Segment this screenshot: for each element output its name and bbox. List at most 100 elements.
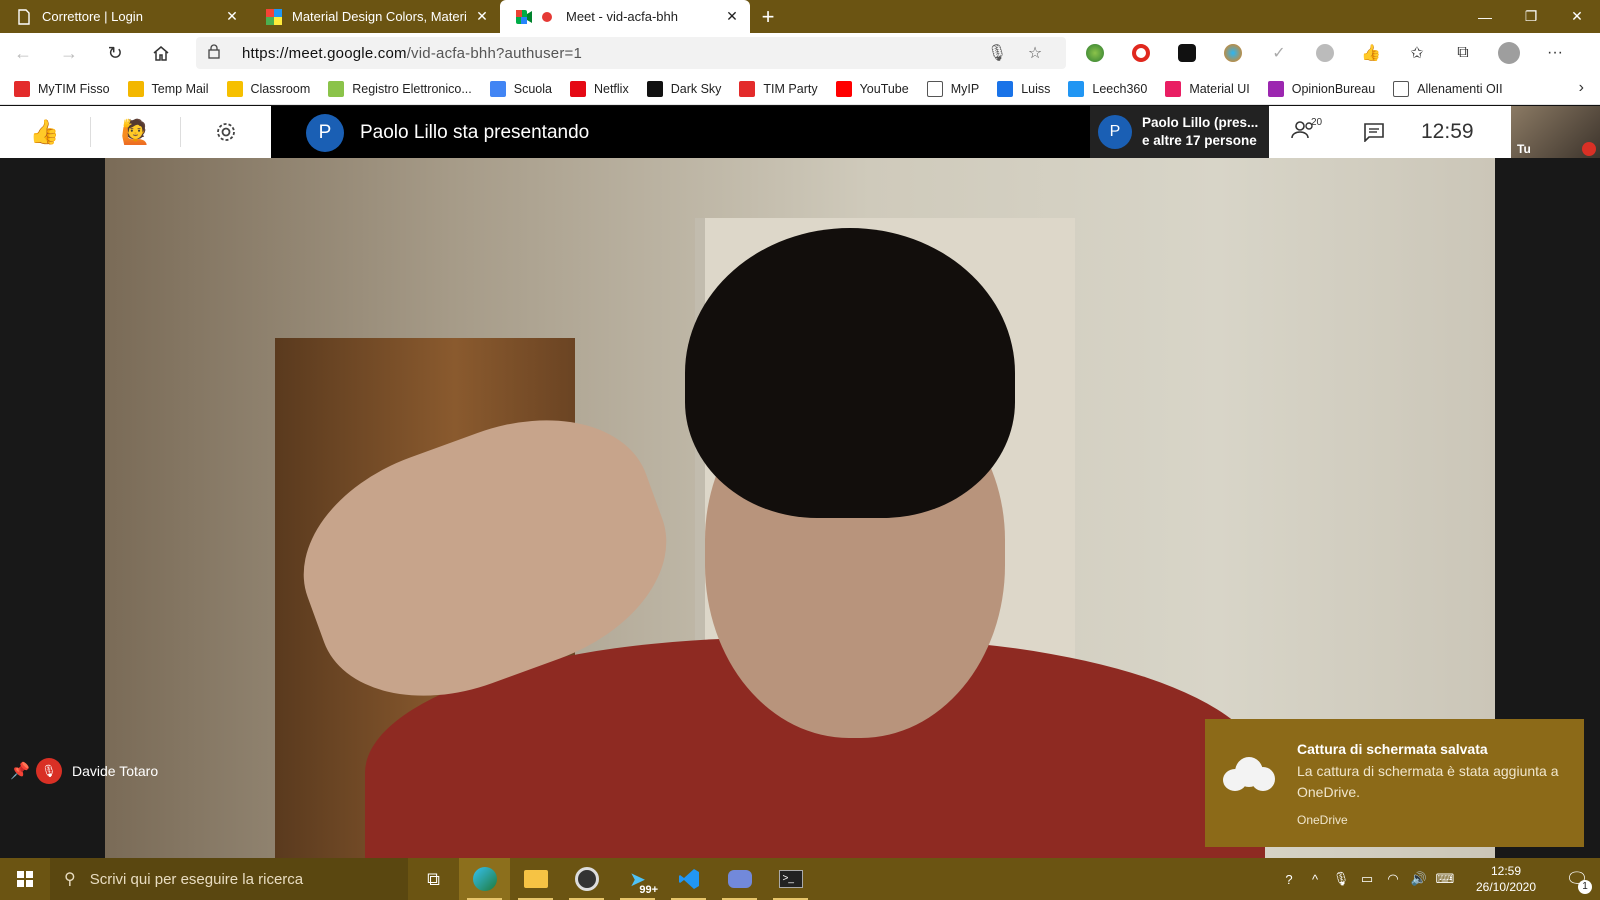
extension-search-icon[interactable] [1210, 33, 1256, 73]
window-controls: — ❐ ✕ [1462, 0, 1600, 33]
address-bar[interactable]: https://meet.google.com/vid-acfa-bhh?aut… [196, 37, 1066, 69]
bookmark-item[interactable]: Scuola [489, 80, 552, 97]
bookmark-item[interactable]: Dark Sky [646, 80, 722, 97]
back-icon[interactable]: ← [0, 33, 46, 73]
thumbs-up-icon[interactable]: 👍 [0, 118, 90, 147]
taskbar-search-placeholder: Scrivi qui per eseguire la ricerca [89, 870, 304, 888]
close-tab-icon[interactable]: ✕ [724, 8, 740, 25]
presenter-banner: P Paolo Lillo sta presentando [306, 114, 589, 152]
star-icon[interactable]: ☆ [1016, 43, 1054, 63]
volume-icon[interactable]: 🔊 [1406, 871, 1432, 887]
bookmark-label: Dark Sky [670, 81, 722, 96]
task-view-icon[interactable]: ⧉ [408, 858, 459, 900]
discord-icon[interactable] [714, 858, 765, 900]
wifi-icon[interactable]: ◠ [1380, 871, 1406, 887]
notification-count: 1 [1578, 880, 1592, 894]
tab-title: Material Design Colors, Material [292, 9, 466, 24]
opinion-icon [1267, 80, 1284, 97]
telegram-icon[interactable]: ➤ 99+ [612, 858, 663, 900]
bookmark-item[interactable]: Classroom [226, 80, 310, 97]
bookmark-label: Allenamenti OII [1417, 81, 1503, 96]
file-explorer-icon[interactable] [510, 858, 561, 900]
taskbar-search[interactable]: ⚲ Scrivi qui per eseguire la ricerca [50, 858, 408, 900]
opera-icon[interactable] [1118, 33, 1164, 73]
tab-material-design[interactable]: Material Design Colors, Material ✕ [250, 0, 500, 33]
bookmark-item[interactable]: OpinionBureau [1267, 80, 1375, 97]
people-button[interactable]: 20 [1269, 117, 1339, 144]
home-icon[interactable] [138, 33, 184, 73]
favorites-icon[interactable]: ✩ [1394, 33, 1440, 73]
chat-icon[interactable] [1339, 122, 1409, 142]
system-tray: ? ^ 🎙 ▭ ◠ 🔊 ⌨ 12:59 26/10/2020 🗨 1 [1276, 858, 1600, 900]
taskbar-clock[interactable]: 12:59 26/10/2020 [1466, 863, 1546, 895]
lock-icon[interactable] [208, 44, 230, 62]
chevron-up-icon[interactable]: ^ [1302, 872, 1328, 887]
pin-icon[interactable]: 📌 [10, 761, 36, 781]
extension-circle-icon[interactable] [1302, 33, 1348, 73]
bookmark-item[interactable]: Leech360 [1068, 80, 1147, 97]
meet-icon [516, 9, 532, 25]
bookmark-item[interactable]: Registro Elettronico... [328, 80, 472, 97]
tab-title: Meet - vid-acfa-bhh [566, 9, 678, 24]
battery-icon[interactable]: ▭ [1354, 871, 1380, 887]
forward-icon[interactable]: → [46, 33, 92, 73]
notification-center-icon[interactable]: 🗨 1 [1554, 858, 1600, 900]
profile-avatar-icon[interactable] [1486, 33, 1532, 73]
participants-line2: e altre 17 persone [1142, 133, 1257, 148]
close-tab-icon[interactable]: ✕ [474, 8, 490, 25]
bookmark-item[interactable]: MyIP [926, 80, 979, 97]
reload-icon[interactable]: ↻ [92, 33, 138, 73]
bookmark-item[interactable]: Allenamenti OII [1393, 80, 1503, 97]
tab-meet[interactable]: Meet - vid-acfa-bhh ✕ [500, 0, 750, 33]
registro-icon [328, 80, 345, 97]
check-icon[interactable]: ✓ [1256, 33, 1302, 73]
participants-summary: Paolo Lillo (pres... e altre 17 persone [1142, 114, 1258, 150]
participants-chip[interactable]: P Paolo Lillo (pres... e altre 17 person… [1090, 106, 1269, 158]
bookmark-item[interactable]: TIM Party [739, 80, 818, 97]
page-icon [1393, 80, 1410, 97]
vscode-icon[interactable] [663, 858, 714, 900]
bookmark-label: Registro Elettronico... [352, 81, 472, 96]
close-tab-icon[interactable]: ✕ [224, 8, 240, 25]
cloud-icon [1068, 80, 1085, 97]
tab-correttore[interactable]: Correttore | Login ✕ [0, 0, 250, 33]
collections-icon[interactable]: ⧉ [1440, 33, 1486, 73]
onedrive-notification[interactable]: Cattura di schermata salvata La cattura … [1205, 719, 1584, 847]
microphone-tray-icon[interactable]: 🎙 [1328, 871, 1354, 887]
chevron-right-icon[interactable]: › [1579, 79, 1584, 97]
bookmark-label: Scuola [513, 81, 552, 96]
windows-start-icon[interactable] [0, 858, 50, 900]
more-menu-icon[interactable]: ··· [1532, 33, 1578, 73]
youtube-icon [835, 80, 852, 97]
netflix-icon [569, 80, 586, 97]
bookmark-item[interactable]: Netflix [569, 80, 629, 97]
bookmark-item[interactable]: YouTube [835, 80, 909, 97]
bookmark-item[interactable]: MyTIM Fisso [14, 80, 110, 97]
bookmark-item[interactable]: Material UI [1165, 80, 1250, 97]
tampermonkey-icon[interactable] [1164, 33, 1210, 73]
bookmark-item[interactable]: Temp Mail [127, 80, 209, 97]
bookmark-label: Luiss [1021, 81, 1051, 96]
bookmark-label: MyTIM Fisso [38, 81, 110, 96]
recording-dot-icon [542, 11, 552, 22]
self-view-tile[interactable]: Tu [1511, 106, 1600, 158]
close-window-icon[interactable]: ✕ [1554, 0, 1600, 33]
terminal-icon[interactable]: >_ [765, 858, 816, 900]
gear-icon[interactable] [181, 121, 271, 143]
new-tab-icon[interactable]: + [750, 0, 786, 33]
keyboard-icon[interactable]: ⌨ [1432, 871, 1458, 887]
edge-icon[interactable] [459, 858, 510, 900]
obs-icon[interactable] [561, 858, 612, 900]
thumb-extension-icon[interactable]: 👍 [1348, 33, 1394, 73]
tim-icon [14, 80, 30, 97]
video-person-hair [685, 228, 1015, 518]
minimize-icon[interactable]: — [1462, 0, 1508, 33]
extension-globe-icon[interactable] [1072, 33, 1118, 73]
raise-hand-icon[interactable]: 🙋 [91, 118, 181, 147]
bookmark-item[interactable]: Luiss [997, 80, 1051, 97]
participant-name-bar: 📌 🎙 Davide Totaro [10, 758, 158, 784]
bookmark-label: Temp Mail [151, 81, 209, 96]
restore-icon[interactable]: ❐ [1508, 0, 1554, 33]
help-icon[interactable]: ? [1276, 872, 1302, 887]
microphone-icon[interactable]: 🎙 [978, 43, 1016, 63]
